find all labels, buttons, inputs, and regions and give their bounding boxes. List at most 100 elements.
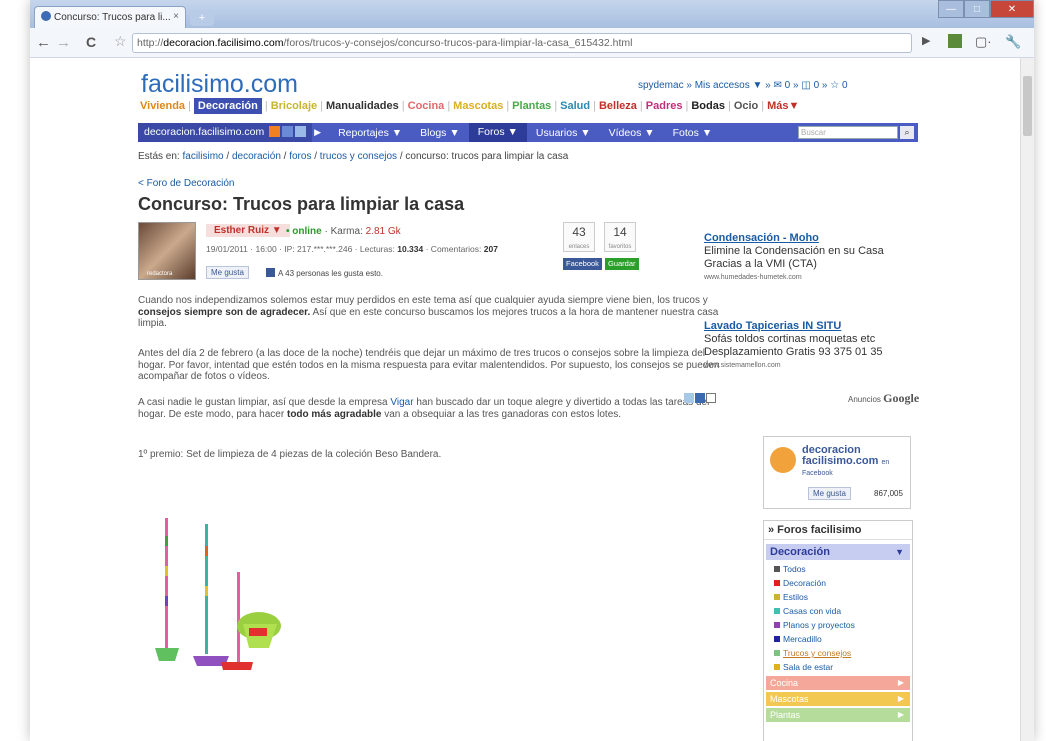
forward-arrow-icon[interactable]: → [56,34,71,51]
category-cocina[interactable]: Cocina [408,100,445,112]
bookmark-star-icon[interactable]: ☆ [114,33,127,50]
breadcrumb-link[interactable]: decoración [232,151,281,162]
scrollbar[interactable] [1020,58,1034,741]
browser-window: Concurso: Trucos para li... × + — □ ✕ ← … [30,0,1034,741]
forum-item[interactable]: Todos [764,562,912,576]
maximize-icon[interactable]: □ [964,0,990,18]
category-vivienda[interactable]: Vivienda [140,100,185,112]
category-mascotas[interactable]: Mascotas [453,100,503,112]
category-bar: Vivienda | Decoración | Bricolaje | Manualidad… [140,98,802,114]
forum-section[interactable]: Mascotas ▶ [766,692,910,706]
new-tab-button[interactable]: + [190,10,214,26]
paragraph: Antes del día 2 de febrero (a las doce d… [138,348,720,382]
breadcrumb: Estás en: facilisimo / decoración / foro… [138,151,569,162]
nav-usuarios[interactable]: Usuarios ▼ [527,127,600,139]
post-meta: 19/01/2011 · 16:00 · IP: 217.***.***.246… [206,244,498,254]
google-ads-label[interactable]: Anuncios Google [848,391,919,406]
category-ocio[interactable]: Ocio [734,100,758,112]
rss-icon[interactable] [269,126,281,137]
facebook-icon [266,268,275,277]
browser-tab[interactable]: Concurso: Trucos para li... × [34,6,186,28]
bullet-icon [774,650,780,656]
close-window-icon[interactable]: ✕ [990,0,1034,18]
share-icon[interactable] [695,393,705,403]
brand-icon [770,447,796,473]
facebook-icon[interactable] [282,126,294,137]
category-bricolaje[interactable]: Bricolaje [271,100,317,112]
bullet-icon [774,636,780,642]
links-counter[interactable]: 43 enlaces [563,222,595,252]
nav-reportajes[interactable]: Reportajes ▼ [329,127,411,139]
forum-item[interactable]: Trucos y consejos [764,646,912,660]
minimize-icon[interactable]: — [938,0,964,18]
forum-item[interactable]: Casas con vida [764,604,912,618]
fb-like-button[interactable]: Me gusta [808,487,851,500]
separator: | [554,100,558,112]
separator: | [685,100,689,112]
print-icon[interactable] [706,393,716,403]
search-icon[interactable]: ⌕ [900,126,914,139]
window-controls: — □ ✕ [938,0,1034,18]
separator: | [761,100,765,112]
category-plantas[interactable]: Plantas [512,100,551,112]
separator: | [188,100,191,112]
forum-item[interactable]: Sala de estar [764,660,912,674]
category-decoración[interactable]: Decoración [193,98,262,114]
user-bar[interactable]: spydemac » Mis accesos ▼ » ✉ 0 » ◫ 0 » ☆… [638,80,848,91]
category-manualidades[interactable]: Manualidades [326,100,399,112]
vigar-link[interactable]: Vigar [390,397,413,408]
extension-icon[interactable] [948,34,962,48]
wrench-icon[interactable]: 🔧 [1005,34,1021,50]
category-belleza[interactable]: Belleza [599,100,637,112]
facebook-share-button[interactable]: Facebook [563,258,602,270]
forums-sidebar: » Foros facilisimo Decoración ▼ Todos Deco… [763,520,913,741]
forum-item[interactable]: Estilos [764,590,912,604]
address-bar[interactable]: http://decoracion.facilisimo.com/foros/t… [132,33,912,53]
category-más[interactable]: Más▼ [767,100,799,112]
forum-item[interactable]: Mercadillo [764,632,912,646]
chevron-down-icon: ▼ [895,547,904,557]
page-title: Concurso: Trucos para limpiar la casa [138,194,465,214]
separator: | [506,100,510,112]
forum-list: Todos Decoración Estilos Casas con vida Plan… [764,562,912,674]
ad-lavado[interactable]: Lavado Tapicerias IN SITU Sofás toldos c… [704,320,883,372]
forum-section[interactable]: Plantas ▶ [766,708,910,722]
scroll-thumb[interactable] [1023,76,1032,136]
search-input[interactable]: Buscar [798,126,898,139]
chevron-right-icon: ▶ [897,678,904,687]
author-name[interactable]: Esther Ruiz ▼ [206,224,290,237]
forum-section[interactable]: Cocina ▶ [766,676,910,690]
like-button[interactable]: Me gusta [206,266,249,279]
save-button[interactable]: Guardar [605,258,639,270]
fb-page-name[interactable]: decoracion facilisimo.com en [802,445,910,468]
avatar[interactable]: redactora [138,222,196,280]
favorites-counter[interactable]: 14 favoritos [604,222,636,252]
reload-icon[interactable]: C [86,34,96,50]
breadcrumb-link[interactable]: facilisimo [182,151,223,162]
nav-blogs[interactable]: Blogs ▼ [411,127,469,139]
back-arrow-icon[interactable]: ← [36,34,51,51]
nav-site-link[interactable]: decoracion.facilisimo.com [138,123,313,142]
nav-fotos[interactable]: Fotos ▼ [664,127,722,139]
play-icon[interactable]: ▶ [922,34,930,47]
site-logo[interactable]: facilisimo.com [141,70,298,99]
tab-close-icon[interactable]: × [173,11,179,22]
share-icon[interactable] [684,393,694,403]
category-salud[interactable]: Salud [560,100,590,112]
forum-item[interactable]: Planos y proyectos [764,618,912,632]
fb-like-count: 867,005 [874,489,903,498]
breadcrumb-link[interactable]: foros [289,151,311,162]
category-bodas[interactable]: Bodas [691,100,725,112]
page-menu-icon[interactable]: ▢· [975,34,992,50]
breadcrumb-link[interactable]: trucos y consejos [320,151,397,162]
nav-videos[interactable]: Vídeos ▼ [600,127,664,139]
category-padres[interactable]: Padres [646,100,683,112]
ad-condensacion[interactable]: Condensación - Moho Elimine la Condensac… [704,232,884,284]
nav-foros[interactable]: Foros ▼ [468,123,527,142]
back-to-forum-link[interactable]: < Foro de Decoración [138,178,234,189]
twitter-icon[interactable] [295,126,307,137]
separator: | [401,100,405,112]
forum-active-category[interactable]: Decoración ▼ [766,544,910,560]
paragraph: 1º premio: Set de limpieza de 4 piezas d… [138,449,442,460]
forum-item[interactable]: Decoración [764,576,912,590]
